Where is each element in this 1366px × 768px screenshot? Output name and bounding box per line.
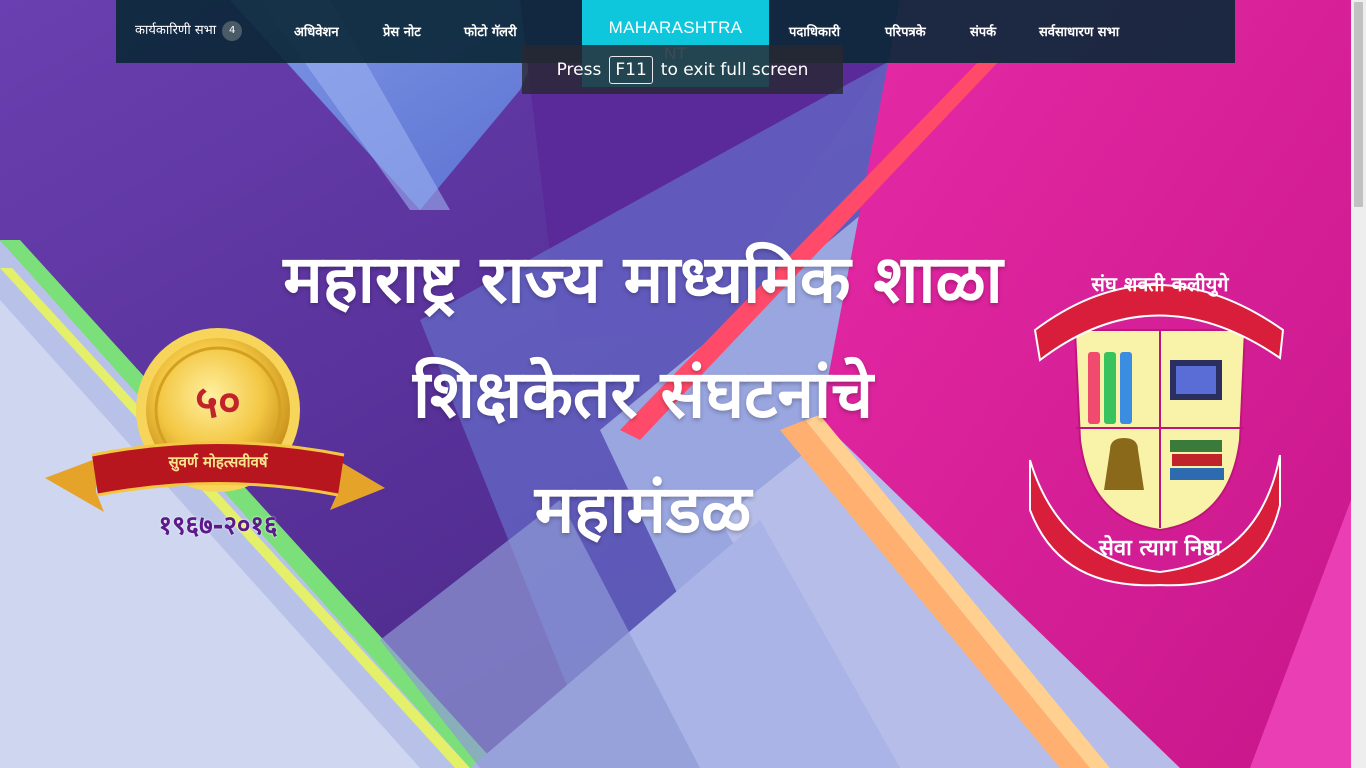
fullscreen-rest-text: to exit full screen (660, 59, 809, 80)
nav-item-circulars[interactable]: परिपत्रके (885, 22, 926, 40)
nav-item-contact[interactable]: संपर्क (970, 22, 996, 40)
hero-banner: ५० सुवर्ण मोहत्सवीवर्ष १९६७-२०१६ संघ शक्… (0, 0, 1351, 768)
notification-badge: 4 (222, 20, 243, 41)
brand-line-1: MAHARASHTRA (608, 18, 743, 37)
nav-item-general-meeting[interactable]: सर्वसाधारण सभा (1039, 22, 1119, 40)
nav-item-photo-gallery[interactable]: फोटो गॅलरी (464, 22, 517, 40)
hero-title-line-3: महामंडळ (534, 471, 752, 548)
emblem-bottom-banner: सेवा त्याग निष्ठा (1099, 536, 1221, 561)
nav-item-office-bearers[interactable]: पदाधिकारी (789, 22, 840, 40)
vertical-scrollbar[interactable] (1351, 0, 1366, 768)
fullscreen-press-text: Press (556, 59, 602, 80)
nav-item-executive-meeting[interactable]: कार्यकारिणी सभा 4 (135, 20, 243, 41)
hero-title: महाराष्ट्र राज्य माध्यमिक शाळा शिक्षकेतर… (193, 222, 1093, 567)
nav-item-convention[interactable]: अधिवेशन (294, 22, 339, 40)
f11-key: F11 (609, 55, 653, 84)
nav-item-press-note[interactable]: प्रेस नोट (383, 22, 421, 40)
nav-item-label: कार्यकारिणी सभा (135, 23, 217, 38)
hero-title-line-2: शिक्षकेतर संघटनांचे (412, 356, 874, 433)
scrollbar-thumb[interactable] (1354, 2, 1363, 207)
fullscreen-exit-notice: Press F11 to exit full screen (522, 45, 843, 94)
hero-title-line-1: महाराष्ट्र राज्य माध्यमिक शाळा (283, 241, 1003, 318)
